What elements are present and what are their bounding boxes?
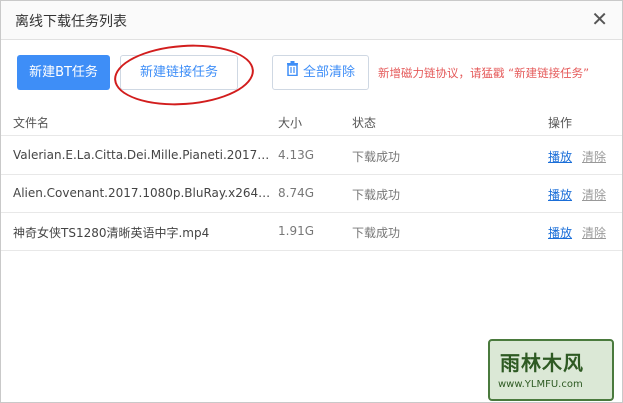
offline-download-dialog: 离线下载任务列表 ✕ 新建BT任务 新建链接任务 全部清除 新增磁力链协议，请猛…: [0, 0, 623, 403]
watermark-main-text: 雨林木风: [500, 351, 584, 375]
file-name: Valerian.E.La.Citta.Dei.Mille.Pianeti.20…: [13, 148, 271, 162]
close-icon[interactable]: ✕: [591, 8, 608, 30]
file-size: 4.13G: [278, 148, 315, 162]
clear-all-button[interactable]: 全部清除: [272, 55, 369, 90]
play-link[interactable]: 播放: [548, 224, 572, 241]
play-link[interactable]: 播放: [548, 186, 572, 203]
table-row: 神奇女侠TS1280清晰英语中字.mp4 1.91G 下载成功 播放 清除: [1, 213, 622, 251]
new-bt-task-button[interactable]: 新建BT任务: [17, 55, 110, 90]
file-status: 下载成功: [352, 150, 401, 164]
clear-link[interactable]: 清除: [582, 224, 606, 241]
header-filename: 文件名: [13, 116, 50, 130]
dialog-title: 离线下载任务列表: [15, 14, 127, 30]
clear-link[interactable]: 清除: [582, 186, 606, 203]
site-watermark-logo: 雨林木风 www.YLMFU.com: [488, 339, 614, 401]
watermark-url-text: www.YLMFU.com: [498, 379, 583, 390]
magnet-hint-text: 新增磁力链协议，请猛戳 “新建链接任务”: [378, 66, 590, 80]
header-actions: 操作: [548, 116, 573, 130]
file-size: 8.74G: [278, 186, 315, 200]
header-status: 状态: [352, 116, 377, 130]
file-status: 下载成功: [352, 226, 401, 240]
clear-all-label: 全部清除: [302, 65, 355, 80]
play-link[interactable]: 播放: [548, 148, 572, 165]
file-size: 1.91G: [278, 224, 315, 238]
dialog-titlebar: 离线下载任务列表 ✕: [1, 1, 622, 40]
trash-icon: [286, 56, 299, 89]
clear-link[interactable]: 清除: [582, 148, 606, 165]
header-size: 大小: [278, 116, 303, 130]
file-name: Alien.Covenant.2017.1080p.BluRay.x264-SP…: [13, 186, 271, 200]
new-link-task-button[interactable]: 新建链接任务: [120, 55, 238, 90]
file-name: 神奇女侠TS1280清晰英语中字.mp4: [13, 226, 210, 240]
table-header: 文件名 大小 状态 操作: [1, 109, 622, 136]
table-row: Alien.Covenant.2017.1080p.BluRay.x264-SP…: [1, 175, 622, 213]
table-row: Valerian.E.La.Citta.Dei.Mille.Pianeti.20…: [1, 137, 622, 175]
file-status: 下载成功: [352, 188, 401, 202]
